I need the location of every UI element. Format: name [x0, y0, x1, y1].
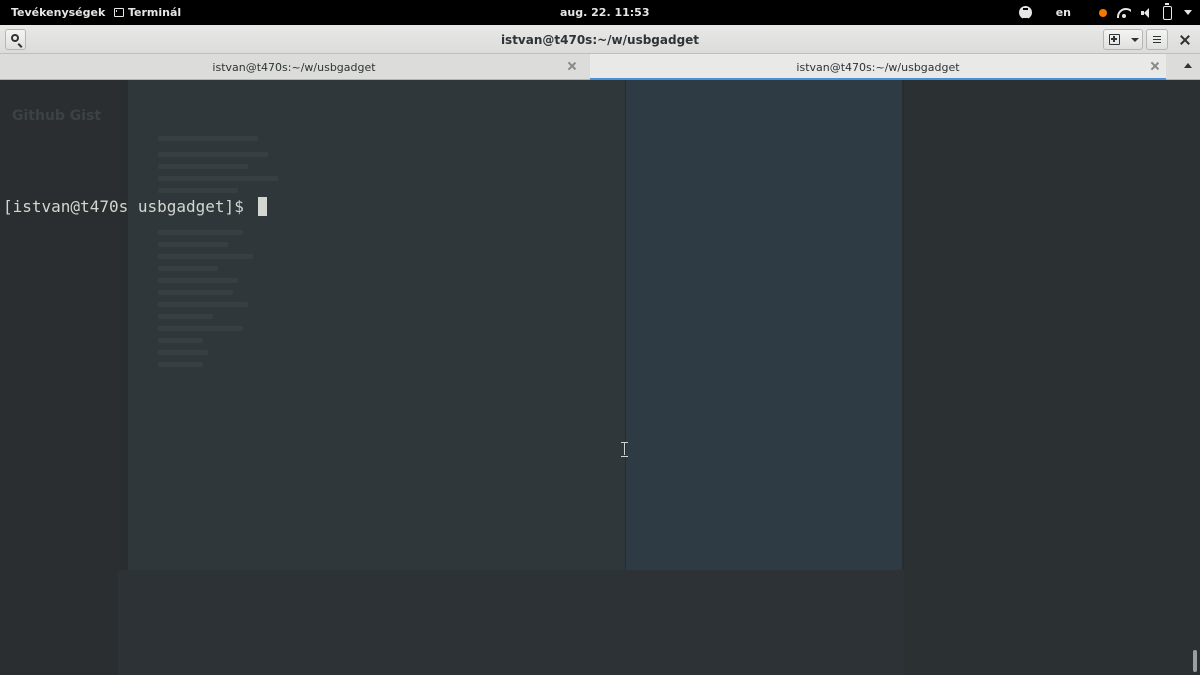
- close-tab-icon[interactable]: [1151, 62, 1159, 70]
- hamburger-menu-button[interactable]: [1146, 29, 1168, 50]
- activities-button[interactable]: Tevékenységek: [11, 6, 105, 19]
- tab-1[interactable]: istvan@t470s:~/w/usbgadget: [0, 54, 588, 80]
- app-menu[interactable]: Terminál: [114, 6, 181, 19]
- app-menu-label: Terminál: [128, 6, 182, 19]
- tab-label: istvan@t470s:~/w/usbgadget: [796, 61, 960, 74]
- volume-icon[interactable]: [1141, 7, 1153, 18]
- scrollbar-thumb[interactable]: [1193, 650, 1197, 672]
- window-header-bar: istvan@t470s:~/w/usbgadget: [0, 25, 1200, 54]
- terminal-icon: [114, 8, 124, 17]
- window-title: istvan@t470s:~/w/usbgadget: [500, 33, 700, 47]
- chevron-down-icon[interactable]: [1131, 38, 1139, 42]
- tab-label: istvan@t470s:~/w/usbgadget: [212, 61, 376, 74]
- gnome-top-bar: Tevékenységek Terminál aug. 22. 11:53 en: [0, 0, 1200, 25]
- background-ghost-panel: [904, 80, 1190, 675]
- close-window-icon[interactable]: [1180, 35, 1190, 45]
- battery-icon[interactable]: [1163, 2, 1172, 20]
- tab-bar: istvan@t470s:~/w/usbgadget istvan@t470s:…: [0, 54, 1200, 80]
- notification-dot-icon: [1099, 8, 1107, 17]
- menu-icon: [1153, 36, 1161, 43]
- tab-2-active[interactable]: istvan@t470s:~/w/usbgadget: [590, 54, 1166, 80]
- background-ghost-panel: Github Gist: [0, 80, 120, 675]
- background-ghost-taskbar: [118, 570, 904, 675]
- text-cursor: [258, 197, 268, 216]
- prompt-text: [istvan@t470s usbgadget]$: [3, 197, 254, 216]
- terminal-scrollbar[interactable]: [1190, 80, 1200, 675]
- clock[interactable]: aug. 22. 11:53: [560, 6, 649, 19]
- new-tab-icon: [1109, 34, 1120, 45]
- system-tray: en: [1018, 0, 1192, 25]
- terminal-prompt: [istvan@t470s usbgadget]$: [3, 197, 268, 216]
- terminal-area[interactable]: Github Gist [istvan@t470s usbgadget]$: [0, 80, 1200, 675]
- background-ghost-panel: [626, 80, 902, 640]
- mouse-ibeam-cursor-icon: [621, 442, 628, 457]
- new-tab-button[interactable]: [1103, 29, 1143, 50]
- system-menu-icon[interactable]: [1184, 10, 1192, 15]
- close-tab-icon[interactable]: [568, 62, 576, 70]
- accessibility-icon[interactable]: [1018, 6, 1032, 20]
- language-indicator[interactable]: en: [1056, 6, 1071, 19]
- background-ghost-window: [128, 80, 625, 570]
- ghost-text: Github Gist: [12, 108, 102, 124]
- tab-scroll-up-icon[interactable]: [1184, 63, 1192, 68]
- wifi-icon[interactable]: [1117, 7, 1131, 18]
